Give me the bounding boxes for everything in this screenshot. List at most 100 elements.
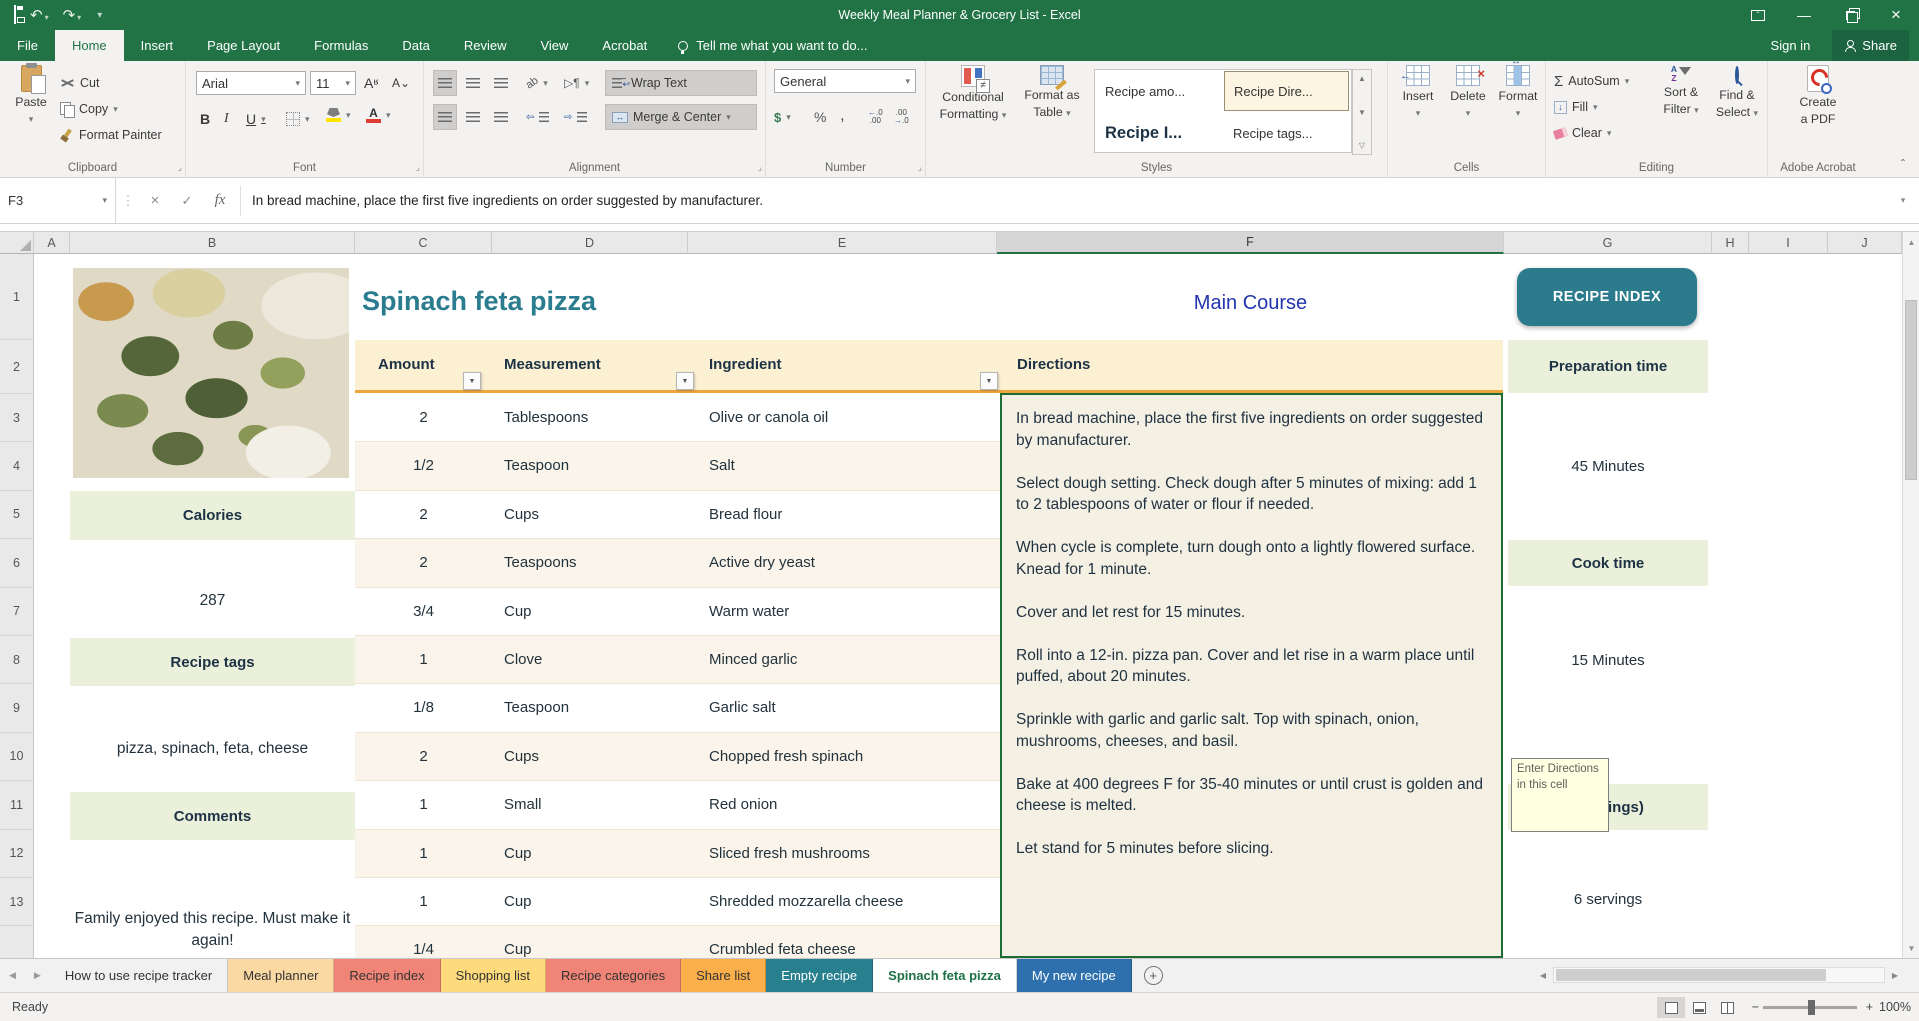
column-header-I[interactable]: I	[1749, 232, 1828, 254]
clear-button[interactable]: Clear▾	[1554, 121, 1611, 145]
orientation-button[interactable]: ab▾	[526, 71, 548, 95]
enter-entry-icon[interactable]: ✓	[172, 178, 202, 223]
borders-button[interactable]: ▾	[286, 107, 310, 131]
sort-filter-button[interactable]: AZ Sort & Filter ▾	[1654, 65, 1708, 117]
column-header-H[interactable]: H	[1712, 232, 1749, 254]
align-right-button[interactable]	[490, 105, 512, 129]
recipe-course[interactable]: Main Course	[997, 292, 1504, 315]
text-direction-button[interactable]: ▷¶▾	[564, 71, 589, 95]
style-gallery-item[interactable]: Recipe amo...	[1096, 71, 1221, 111]
ribbon-tab-file[interactable]: File	[0, 30, 55, 61]
row-header-3[interactable]: 3	[0, 394, 33, 442]
underline-button[interactable]: U▾	[246, 107, 266, 131]
ingredient-row[interactable]: 1CupSliced fresh mushrooms	[355, 830, 1003, 878]
sheet-tab-share-list[interactable]: Share list	[681, 959, 766, 992]
delete-cells-button[interactable]: × Delete▾	[1444, 65, 1492, 120]
row-header-11[interactable]: 11	[0, 781, 33, 829]
sheet-nav-right-icon[interactable]: ▶	[25, 959, 50, 992]
row-header-6[interactable]: 6	[0, 539, 33, 587]
comma-style-button[interactable]: ,	[840, 103, 845, 127]
column-header-F[interactable]: F	[997, 232, 1504, 254]
minimize-button[interactable]: —	[1781, 0, 1827, 30]
sheet-tab-spinach-feta-pizza[interactable]: Spinach feta pizza	[873, 959, 1017, 992]
share-button[interactable]: Share	[1832, 30, 1909, 61]
column-header-A[interactable]: A	[34, 232, 70, 254]
autosum-button[interactable]: ΣAutoSum▾	[1554, 69, 1629, 93]
style-gallery-item[interactable]: Recipe tags...	[1224, 113, 1349, 153]
amount-filter-icon[interactable]: ▼	[463, 372, 481, 390]
ribbon-tab-review[interactable]: Review	[447, 30, 524, 61]
ribbon-tab-data[interactable]: Data	[385, 30, 446, 61]
sheet-nav-left-icon[interactable]: ◀	[0, 959, 25, 992]
directions-cell[interactable]: In bread machine, place the first five i…	[1000, 393, 1503, 958]
cut-button[interactable]: Cut	[60, 71, 99, 95]
format-cells-button[interactable]: ↔ Format▾	[1494, 65, 1542, 120]
align-top-button[interactable]	[434, 71, 456, 95]
insert-function-icon[interactable]: fx	[204, 178, 236, 223]
row-header-5[interactable]: 5	[0, 491, 33, 539]
column-header-C[interactable]: C	[355, 232, 492, 254]
fill-color-button[interactable]: ▾	[326, 103, 351, 127]
align-center-button[interactable]	[462, 105, 484, 129]
cook-time-value[interactable]: 15 Minutes	[1504, 652, 1712, 669]
create-pdf-button[interactable]: Create a PDF	[1793, 65, 1843, 126]
row-header-4[interactable]: 4	[0, 442, 33, 490]
format-painter-button[interactable]: Format Painter	[60, 123, 162, 147]
row-header-7[interactable]: 7	[0, 588, 33, 636]
directions-header[interactable]: Directions	[1017, 356, 1090, 373]
row-header-13[interactable]: 13	[0, 878, 33, 926]
scroll-right-icon[interactable]: ▶	[1885, 971, 1905, 980]
find-select-button[interactable]: Find & Select ▾	[1710, 65, 1764, 120]
close-button[interactable]: ×	[1873, 0, 1919, 30]
ingredient-row[interactable]: 3/4CupWarm water	[355, 588, 1003, 636]
row-header-9[interactable]: 9	[0, 684, 33, 732]
row-header-1[interactable]: 1	[0, 254, 33, 340]
sheet-tab-recipe-index[interactable]: Recipe index	[334, 959, 440, 992]
sign-in-link[interactable]: Sign in	[1771, 38, 1811, 53]
font-dialog-launcher-icon[interactable]: ⌟	[416, 162, 420, 173]
row-header-8[interactable]: 8	[0, 636, 33, 684]
sheet-tab-how-to-use-recipe-tracker[interactable]: How to use recipe tracker	[50, 959, 228, 992]
ribbon-tab-home[interactable]: Home	[55, 30, 124, 61]
ingredient-header[interactable]: Ingredient	[709, 356, 782, 373]
style-gallery-item[interactable]: Recipe I...	[1096, 113, 1221, 153]
scroll-down-icon[interactable]: ▼	[1903, 938, 1919, 958]
name-box[interactable]: F3▾	[0, 178, 116, 223]
ingredient-row[interactable]: 1SmallRed onion	[355, 781, 1003, 829]
ribbon-tab-insert[interactable]: Insert	[124, 30, 191, 61]
zoom-level[interactable]: 100%	[1879, 1000, 1911, 1014]
number-dialog-launcher-icon[interactable]: ⌟	[918, 162, 922, 173]
gallery-scroll-arrows[interactable]: ▲▼▽	[1352, 69, 1372, 155]
row-header-2[interactable]: 2	[0, 340, 33, 394]
ingredient-row[interactable]: 2TeaspoonsActive dry yeast	[355, 539, 1003, 587]
shrink-font-button[interactable]: A⌄	[392, 71, 410, 95]
ribbon-tab-acrobat[interactable]: Acrobat	[585, 30, 664, 61]
ribbon-tab-formulas[interactable]: Formulas	[297, 30, 385, 61]
number-format-select[interactable]: General▾	[774, 69, 916, 93]
page-break-view-button[interactable]	[1713, 997, 1741, 1018]
measurement-filter-icon[interactable]: ▼	[676, 372, 694, 390]
recipe-index-button[interactable]: RECIPE INDEX	[1517, 268, 1697, 326]
sheet-tab-my-new-recipe[interactable]: My new recipe	[1017, 959, 1132, 992]
sheet-tab-shopping-list[interactable]: Shopping list	[441, 959, 546, 992]
recipe-tags-value[interactable]: pizza, spinach, feta, cheese	[70, 740, 355, 758]
grow-font-button[interactable]: Aʶ	[364, 71, 378, 95]
decrease-decimal-button[interactable]: .00→.0	[894, 105, 909, 129]
ribbon-tab-view[interactable]: View	[523, 30, 585, 61]
format-as-table-button[interactable]: Format as Table ▾	[1014, 65, 1090, 120]
ingredient-row[interactable]: 1/2TeaspoonSalt	[355, 442, 1003, 490]
column-header-B[interactable]: B	[70, 232, 355, 254]
formula-input[interactable]: In bread machine, place the first five i…	[252, 178, 763, 223]
horizontal-scrollbar[interactable]: ◀ ▶	[1533, 964, 1905, 986]
vertical-scroll-thumb[interactable]	[1905, 300, 1917, 480]
paste-button[interactable]: Paste▾	[8, 65, 54, 126]
new-sheet-button[interactable]: +	[1144, 966, 1163, 985]
scroll-left-icon[interactable]: ◀	[1533, 971, 1553, 980]
decrease-indent-button[interactable]: ⇦	[526, 105, 549, 129]
tell-me-box[interactable]: Tell me what you want to do...	[678, 30, 867, 61]
restore-button[interactable]	[1827, 0, 1873, 30]
zoom-in-icon[interactable]: +	[1866, 1000, 1873, 1014]
recipe-title[interactable]: Spinach feta pizza	[362, 286, 596, 317]
merge-center-button[interactable]: ↔Merge & Center▾	[606, 105, 756, 129]
ribbon-tab-page-layout[interactable]: Page Layout	[190, 30, 297, 61]
